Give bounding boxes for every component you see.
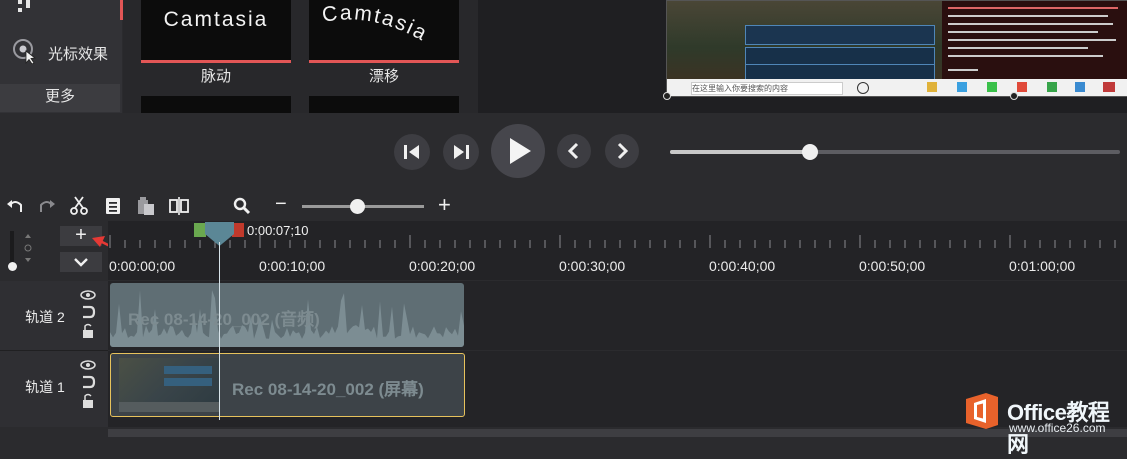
recorded-screen-preview: 在这里输入你要搜索的内容 (666, 0, 1127, 97)
track-header-1[interactable]: 轨道 1 (0, 351, 108, 427)
game-panel (745, 64, 935, 80)
office-logo-icon (966, 393, 998, 429)
lock-icon (83, 323, 93, 338)
step-forward-button[interactable] (443, 134, 479, 170)
effect-tile[interactable] (309, 96, 459, 114)
track-height-slider[interactable] (10, 231, 14, 263)
chevron-right-icon (617, 142, 629, 160)
visibility-eye-icon (80, 360, 96, 370)
paste-icon[interactable] (136, 196, 156, 216)
effects-sidebar: 光标效果 更多 (0, 0, 123, 113)
audio-clip[interactable]: Rec 08-14-20_002 (音频) (110, 283, 464, 347)
game-panel (745, 25, 935, 45)
video-clip[interactable]: Rec 08-14-20_002 (屏幕) (110, 353, 465, 417)
watermark-url: www.office26.com (1009, 421, 1106, 435)
sidebar-item-cursor-effects[interactable]: 光标效果 (0, 23, 120, 81)
copy-icon[interactable] (103, 196, 123, 216)
step-back-icon (404, 145, 419, 159)
tile-preview-text: Camtasia (163, 8, 269, 31)
step-forward-icon (454, 145, 469, 159)
playhead-time: 0:00:07;10 (247, 223, 309, 238)
ruler-label: 0:00:40;00 (709, 258, 776, 274)
ruler-label: 0:00:30;00 (559, 258, 626, 274)
track-header-2[interactable]: 轨道 2 (0, 281, 108, 351)
ruler-label: 0:00:20;00 (409, 258, 476, 274)
lock-icon (83, 393, 93, 408)
visibility-eye-icon (80, 290, 96, 300)
preview-canvas[interactable]: 在这里输入你要搜索的内容 (478, 0, 1127, 113)
track-name: 轨道 2 (25, 309, 65, 325)
effect-tile-pulse[interactable]: Camtasia (141, 0, 291, 63)
redo-icon[interactable] (37, 196, 57, 216)
more-button[interactable]: 更多 (0, 84, 120, 112)
track-height-handle[interactable] (8, 262, 17, 271)
scrub-handle[interactable] (801, 144, 818, 160)
tile-preview-text: Camtasia (321, 1, 430, 45)
tile-preview-curve: Camtasia (321, 1, 432, 45)
zoom-out-button[interactable]: − (275, 193, 287, 216)
resize-handle[interactable] (1010, 92, 1018, 100)
ruler-label: 0:00:00;00 (109, 258, 176, 274)
magnet-icon (83, 375, 96, 389)
undo-icon[interactable] (5, 196, 25, 216)
scrub-progress (670, 150, 810, 154)
tile-caption: 脉动 (200, 68, 231, 85)
play-button[interactable] (491, 124, 545, 178)
partial-icon (18, 0, 30, 12)
cut-icon[interactable] (69, 196, 89, 216)
chat-panel (942, 1, 1127, 79)
track-height-icon (24, 234, 32, 262)
next-button[interactable] (605, 134, 639, 168)
previous-button[interactable] (557, 134, 591, 168)
split-icon[interactable] (169, 196, 189, 216)
play-icon (510, 138, 531, 164)
effect-tile[interactable] (141, 96, 291, 114)
magnet-icon (83, 305, 96, 319)
zoom-in-button[interactable]: + (438, 192, 451, 218)
ruler-label: 0:00:50;00 (859, 258, 926, 274)
game-panel (745, 47, 935, 65)
track-name: 轨道 1 (25, 379, 65, 395)
track-1-controls (80, 360, 96, 408)
cursor-effects-icon (13, 39, 37, 64)
effect-tile-drift[interactable]: Camtasia (309, 0, 459, 63)
clip-title: Rec 08-14-20_002 (音频) (128, 310, 320, 329)
clip-title: Rec 08-14-20_002 (屏幕) (232, 380, 424, 399)
zoom-slider-handle[interactable] (349, 199, 365, 214)
ruler-label: 0:01:00;00 (1009, 258, 1076, 274)
effects-gallery: Camtasia 脉动 Camtasia 漂移 (123, 0, 478, 114)
ruler-label: 0:00:10;00 (259, 258, 326, 274)
search-icon[interactable] (232, 196, 252, 216)
playhead-line (219, 242, 220, 420)
track-2-controls (80, 290, 96, 338)
clip-thumbnail (119, 358, 219, 412)
sidebar-item-label: 光标效果 (48, 46, 109, 63)
svg-text:Camtasia: Camtasia (321, 1, 432, 45)
tile-caption: 漂移 (368, 68, 399, 85)
resize-handle[interactable] (663, 92, 671, 100)
taskbar-search: 在这里输入你要搜索的内容 (691, 82, 843, 95)
step-back-button[interactable] (394, 134, 430, 170)
chevron-left-icon (567, 142, 579, 160)
taskbar: 在这里输入你要搜索的内容 (667, 79, 1127, 96)
